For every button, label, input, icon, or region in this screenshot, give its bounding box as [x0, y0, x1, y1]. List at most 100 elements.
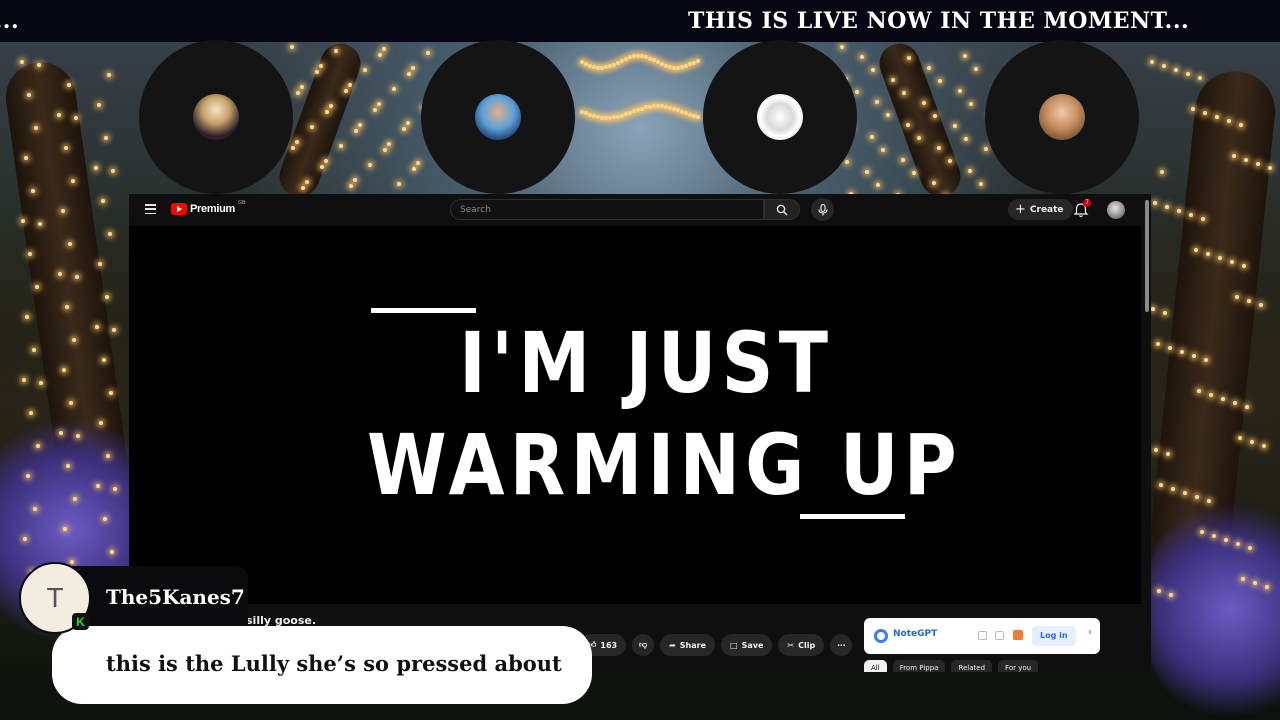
video-player[interactable]: I'M JUST WARMING UP [129, 226, 1141, 604]
voice-search-button[interactable] [811, 198, 834, 221]
participant-tile-2[interactable] [421, 40, 575, 194]
fairy-light [111, 169, 115, 173]
hamburger-menu-icon[interactable] [145, 204, 156, 214]
fairy-light [112, 328, 116, 332]
fairy-light [1245, 405, 1249, 409]
fairy-light [580, 60, 584, 64]
fairy-light [363, 68, 367, 72]
chip-related[interactable]: Related [951, 660, 993, 672]
fairy-light [664, 64, 668, 68]
notegpt-gift-icon[interactable] [1013, 630, 1023, 640]
participant-avatar-woman-dark-hair [193, 94, 239, 140]
fairy-light [865, 170, 869, 174]
more-actions-button[interactable]: ⋯ [830, 634, 853, 656]
fairy-light [339, 144, 343, 148]
fairy-light [927, 66, 931, 70]
fairy-light [688, 113, 692, 117]
fairy-light [402, 127, 406, 131]
fairy-light [640, 107, 644, 111]
fairy-light [1198, 76, 1202, 80]
title-underline-top [371, 308, 476, 313]
thumbs-down-icon: 👎︎ [639, 640, 648, 649]
share-button[interactable]: ➦ Share [660, 634, 716, 656]
fairy-light [660, 62, 664, 66]
fairy-light [39, 381, 43, 385]
fairy-light [354, 129, 358, 133]
chip-all[interactable]: All [864, 660, 887, 672]
fairy-light [29, 411, 33, 415]
search-input[interactable]: Search [450, 199, 764, 220]
fairy-light [383, 148, 387, 152]
notegpt-copy-icon[interactable] [978, 631, 987, 640]
fairy-light [620, 59, 624, 63]
fairy-light [300, 85, 304, 89]
participant-avatar-woman-smiling [1039, 94, 1085, 140]
participant-tile-3[interactable] [703, 40, 857, 194]
youtube-premium-logo[interactable]: Premium GB [171, 200, 246, 215]
fairy-light [596, 115, 600, 119]
fairy-light [680, 110, 684, 114]
logo-region: GB [237, 200, 246, 206]
fairy-light [684, 64, 688, 68]
fairy-light [412, 167, 416, 171]
fairy-light [636, 108, 640, 112]
fairy-light [392, 87, 396, 91]
search-button[interactable] [764, 199, 800, 220]
fairy-light [875, 100, 879, 104]
fairy-light [969, 102, 973, 106]
notegpt-notes-icon[interactable] [995, 631, 1004, 640]
fairy-light [1154, 448, 1158, 452]
clip-button[interactable]: ✂ Clip [778, 634, 825, 656]
account-avatar[interactable] [1107, 201, 1125, 219]
fairy-light [840, 45, 844, 49]
fairy-light [612, 115, 616, 119]
fairy-light [1162, 64, 1166, 68]
fairy-light [648, 57, 652, 61]
participant-tile-4[interactable] [985, 40, 1139, 194]
fairy-light [964, 137, 968, 141]
fairy-light [1165, 205, 1169, 209]
fairy-light [632, 54, 636, 58]
save-label: Save [741, 640, 764, 650]
save-button[interactable]: □ Save [721, 634, 773, 656]
fairy-light [656, 60, 660, 64]
participant-tile-1[interactable] [139, 40, 293, 194]
participant-avatar-man-illustrated [475, 94, 521, 140]
fairy-light [676, 66, 680, 70]
fairy-light [684, 111, 688, 115]
fairy-light [692, 61, 696, 65]
create-button[interactable]: + Create [1008, 199, 1073, 220]
fairy-light [407, 72, 411, 76]
fairy-light [984, 147, 988, 151]
fairy-light [1186, 72, 1190, 76]
fairy-light [968, 169, 972, 173]
fairy-light [373, 108, 377, 112]
chat-message-bubble: this is the Lully she’s so pressed about [52, 626, 592, 704]
participant-avatar-mascot-drawing [757, 94, 803, 140]
notification-count-badge: 7 [1083, 199, 1091, 207]
fairy-light [608, 116, 612, 120]
notegpt-login-button[interactable]: Log in [1032, 626, 1076, 646]
dislike-button[interactable]: 👎︎ [632, 634, 655, 656]
fairy-light [676, 108, 680, 112]
fairy-light [870, 135, 874, 139]
fairy-light [624, 57, 628, 61]
scrollbar[interactable] [1145, 200, 1149, 312]
chat-message-text: this is the Lully she’s so pressed about [106, 651, 562, 676]
live-ticker-banner: NT... THIS IS LIVE NOW IN THE MOMENT... [0, 0, 1280, 42]
fairy-light [105, 295, 109, 299]
youtube-window: Premium GB Search + Create 7 I'M JUST WA… [129, 194, 1151, 672]
chevron-right-icon[interactable]: › [1088, 627, 1092, 638]
fairy-light [640, 54, 644, 58]
fairy-light [938, 79, 942, 83]
chip-for-you[interactable]: For you [998, 660, 1039, 672]
fairy-light [25, 315, 29, 319]
fairy-light [881, 148, 885, 152]
kick-badge-letter: K [76, 614, 85, 629]
chip-from-channel[interactable]: From Pippa [892, 660, 946, 672]
fairy-light [600, 116, 604, 120]
fairy-light [624, 112, 628, 116]
fairy-light [368, 163, 372, 167]
microphone-icon [817, 203, 828, 215]
fairy-light [426, 51, 430, 55]
